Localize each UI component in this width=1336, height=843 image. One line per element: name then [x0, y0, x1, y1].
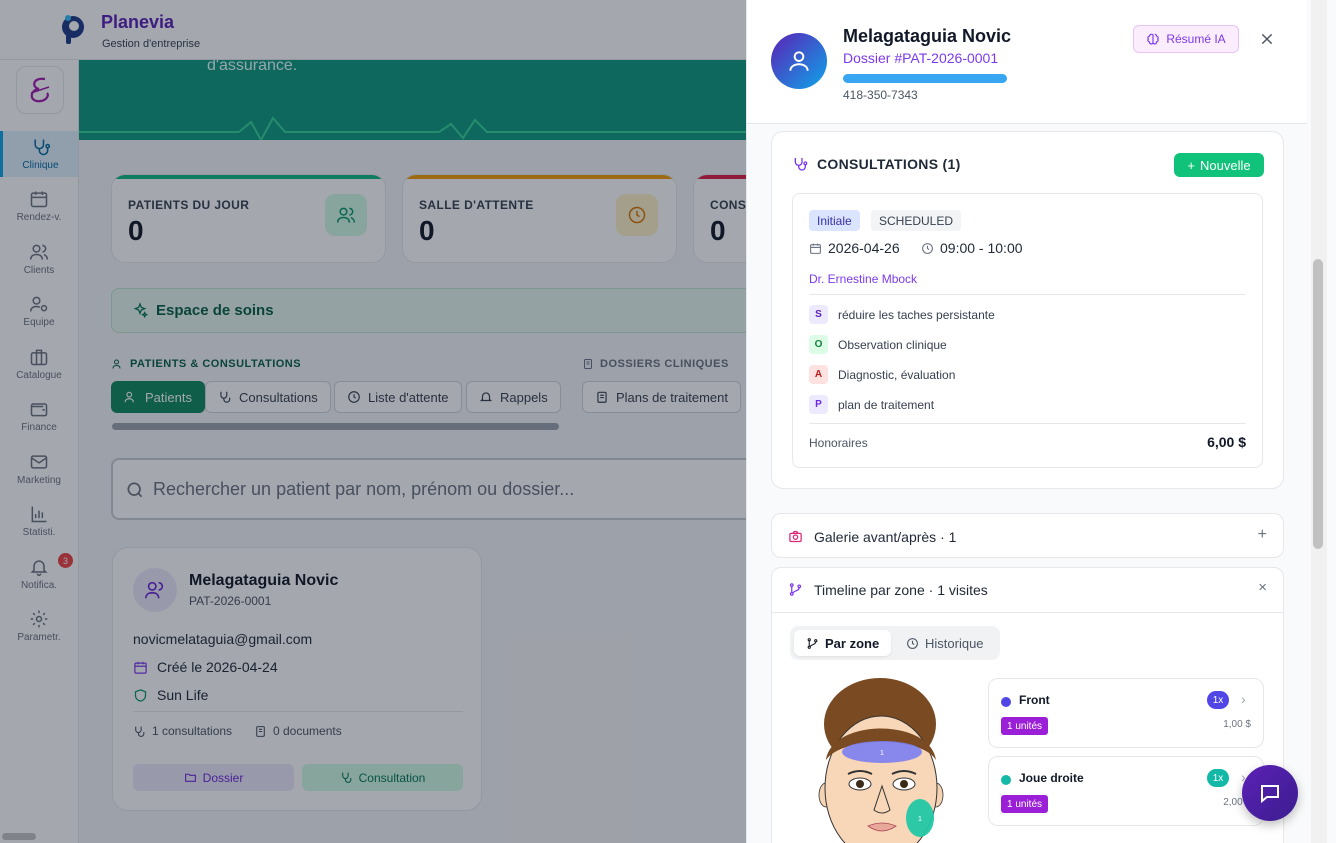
- gallery-title: Galerie avant/après · 1: [814, 529, 957, 545]
- collapse-icon[interactable]: ×: [1258, 579, 1267, 596]
- timeline-section: Timeline par zone · 1 visites × Par zone…: [771, 567, 1284, 843]
- soap-text: Diagnostic, évaluation: [838, 367, 956, 382]
- consultation-item[interactable]: Initiale SCHEDULED 2026-04-26 09:00 - 10…: [792, 193, 1263, 468]
- zone-units-badge: 1 unités: [1001, 795, 1049, 813]
- stethoscope-icon: [794, 158, 808, 171]
- timeline-title: Timeline par zone · 1 visites: [814, 582, 988, 598]
- tab-label: Historique: [925, 635, 984, 651]
- soap-letter: A: [809, 365, 828, 384]
- expand-icon[interactable]: +: [1258, 526, 1267, 544]
- drawer-phone: 418-350-7343: [843, 88, 918, 102]
- soap-objective: O Observation clinique: [809, 335, 947, 354]
- chevron-right-icon: ›: [1241, 691, 1246, 707]
- zone-name: Joue droite: [1019, 771, 1084, 785]
- soap-subjective: S réduire les taches persistante: [809, 305, 995, 324]
- button-label: Résumé IA: [1166, 32, 1226, 46]
- zone-marker-front-label: 1: [880, 750, 884, 757]
- brain-icon: [1147, 33, 1159, 45]
- redacted-email: [843, 74, 1007, 83]
- plus-icon: +: [1187, 157, 1195, 173]
- zone-marker-joue-droite-label: 1: [918, 816, 922, 823]
- user-icon: [789, 51, 809, 71]
- git-branch-icon: [807, 637, 818, 649]
- tab-historique[interactable]: Historique: [894, 630, 996, 656]
- fee-label: Honoraires: [809, 436, 868, 450]
- soap-text: plan de traitement: [838, 397, 935, 412]
- soap-letter: P: [809, 395, 828, 414]
- modal-backdrop[interactable]: [0, 0, 746, 843]
- avatar: [771, 33, 827, 89]
- drawer-scrollbar-thumb[interactable]: [1313, 259, 1323, 549]
- soap-assessment: A Diagnostic, évaluation: [809, 365, 955, 384]
- consultation-date: 2026-04-26: [809, 240, 900, 256]
- zone-price: 1,00 $: [1223, 719, 1251, 730]
- chat-button[interactable]: [1242, 765, 1298, 821]
- new-consultation-button[interactable]: + Nouvelle: [1174, 153, 1264, 177]
- tab-par-zone[interactable]: Par zone: [794, 630, 892, 656]
- clock-icon: [907, 637, 918, 649]
- tab-label: Par zone: [825, 635, 880, 651]
- gallery-accordion[interactable]: Galerie avant/après · 1 +: [771, 513, 1284, 558]
- consultations-title: CONSULTATIONS (1): [792, 156, 961, 172]
- zone-name: Front: [1019, 693, 1050, 707]
- timeline-view-toggle: Par zone Historique: [790, 626, 1000, 660]
- drawer-header: Melagataguia Novic Dossier #PAT-2026-000…: [747, 0, 1307, 124]
- drawer-dossier-number: Dossier #PAT-2026-0001: [843, 50, 999, 66]
- chat-icon: [1261, 785, 1279, 804]
- zone-card-joue-droite[interactable]: Joue droite 1x › 1 unités 2,00 $: [988, 756, 1264, 826]
- calendar-icon: [810, 243, 821, 254]
- zone-units-badge: 1 unités: [1001, 717, 1049, 735]
- divider: [809, 423, 1246, 424]
- consultation-status-badge: SCHEDULED: [871, 210, 962, 231]
- soap-plan: P plan de traitement: [809, 395, 934, 414]
- consultation-time: 09:00 - 10:00: [921, 240, 1023, 256]
- zone-color-dot: [1001, 775, 1011, 785]
- soap-letter: O: [809, 335, 828, 354]
- consultations-section: CONSULTATIONS (1) + Nouvelle Initiale SC…: [771, 131, 1284, 489]
- close-drawer-button[interactable]: [1255, 27, 1279, 51]
- date-text: 2026-04-26: [828, 240, 900, 256]
- camera-icon: [789, 530, 802, 543]
- zone-count-badge: 1x: [1207, 691, 1229, 709]
- drawer-patient-name: Melagataguia Novic: [843, 26, 1012, 46]
- section-title-text: CONSULTATIONS (1): [817, 156, 961, 172]
- button-label: Nouvelle: [1200, 157, 1251, 173]
- divider: [809, 294, 1246, 295]
- patient-drawer: Melagataguia Novic Dossier #PAT-2026-000…: [746, 0, 1336, 843]
- consultation-doctor: Dr. Ernestine Mbock: [809, 272, 918, 286]
- ai-summary-button[interactable]: Résumé IA: [1133, 25, 1239, 53]
- close-icon: [1261, 33, 1273, 45]
- soap-text: Observation clinique: [838, 337, 947, 352]
- zone-count-badge: 1x: [1207, 769, 1229, 787]
- time-text: 09:00 - 10:00: [940, 240, 1023, 256]
- zone-color-dot: [1001, 697, 1011, 707]
- zone-card-front[interactable]: Front 1x › 1 unités 1,00 $: [988, 678, 1264, 748]
- git-branch-icon: [789, 583, 802, 596]
- divider: [772, 612, 1283, 613]
- fee-value: 6,00 $: [1207, 434, 1246, 450]
- clock-icon: [922, 242, 933, 254]
- soap-letter: S: [809, 305, 828, 324]
- soap-text: réduire les taches persistante: [838, 307, 995, 322]
- consultation-type-badge: Initiale: [809, 210, 860, 231]
- face-diagram: 1 1: [818, 678, 944, 843]
